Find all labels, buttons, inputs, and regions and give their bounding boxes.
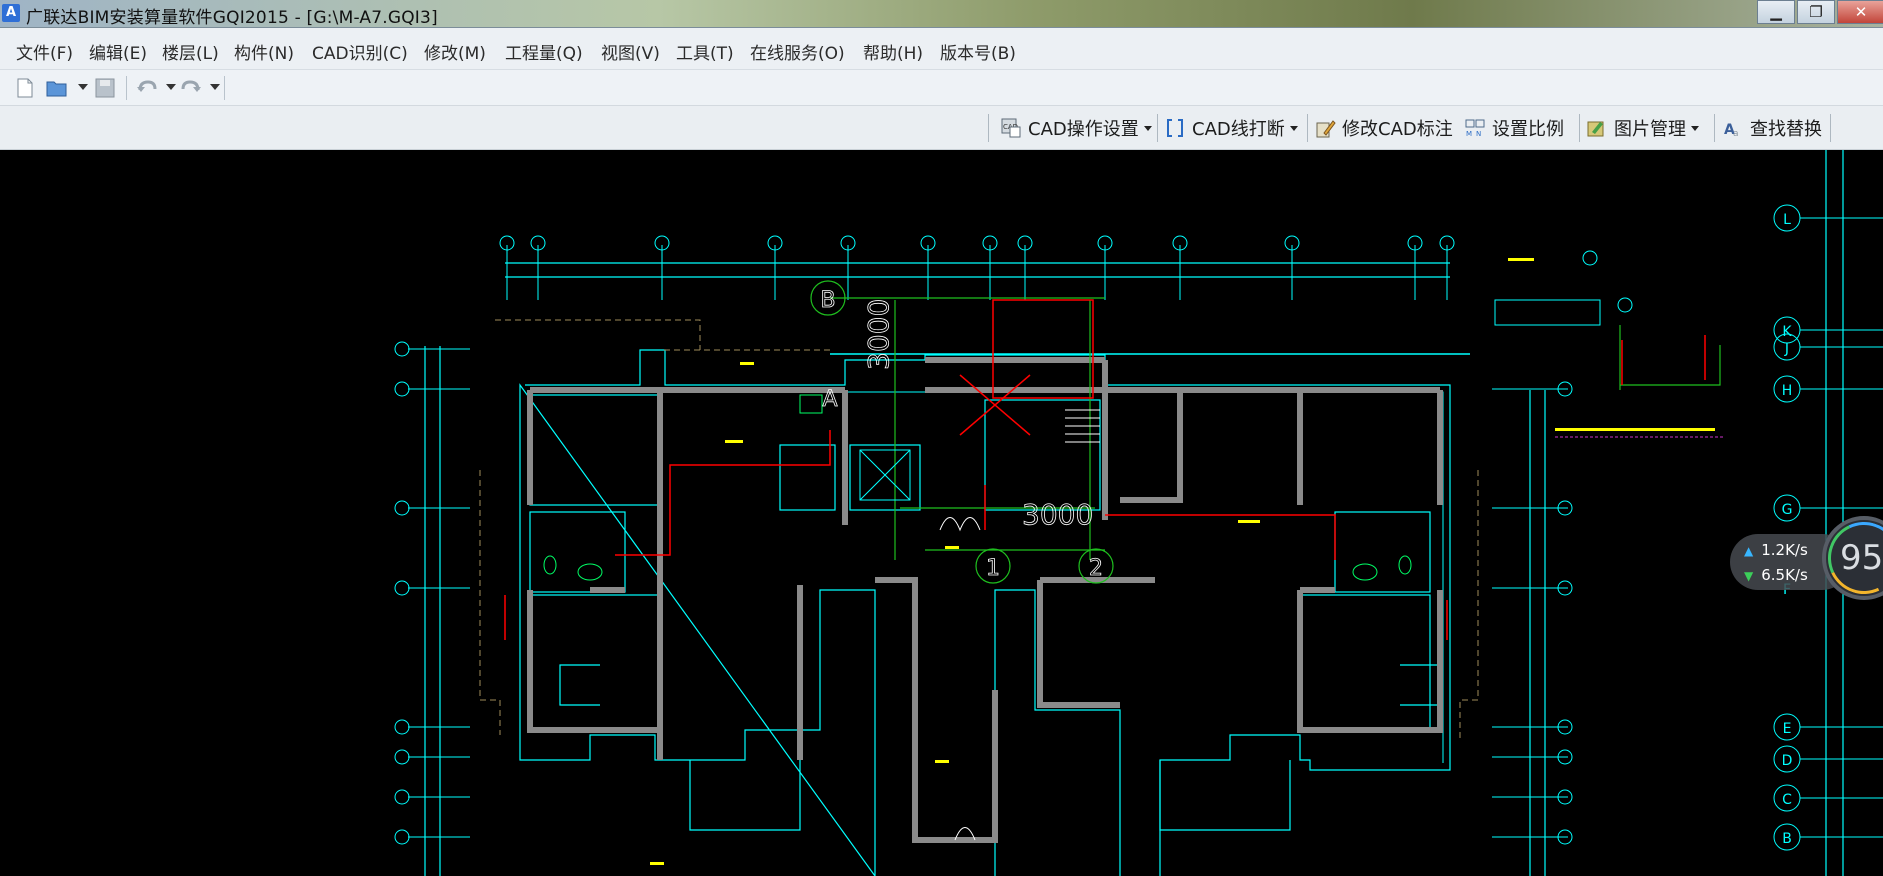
cad-settings-label: CAD操作设置 bbox=[1028, 119, 1139, 140]
download-arrow-icon: ▼ bbox=[1744, 569, 1754, 583]
cad-settings-dropdown-icon[interactable] bbox=[1143, 125, 1152, 131]
cad-line-break-button[interactable]: CAD线打断 bbox=[1164, 116, 1298, 140]
cad-settings-icon: CAD bbox=[1001, 118, 1021, 138]
cad-drawing-canvas[interactable]: B A 3000 3000 1 2 L K J H G F E D C B ▲ … bbox=[0, 150, 1883, 876]
minimize-button[interactable]: ▁ bbox=[1757, 0, 1795, 24]
toolbar-separator bbox=[1307, 114, 1308, 142]
window-title: 广联达BIM安装算量软件GQI2015 - [G:\M-A7.GQI3] bbox=[26, 8, 438, 28]
find-replace-label: 查找替换 bbox=[1750, 119, 1822, 140]
menu-cad-recognize[interactable]: CAD识别(C) bbox=[312, 39, 408, 64]
menu-view[interactable]: 视图(V) bbox=[601, 39, 660, 64]
cad-toolbar: CAD CAD操作设置 CAD线打断 修改CAD标注 MN 设置比例 图片管理 bbox=[0, 106, 1883, 150]
axis-marker-b-top: B bbox=[820, 288, 835, 313]
menu-quantity[interactable]: 工程量(Q) bbox=[505, 39, 583, 64]
download-speed: ▼ 6.5K/s bbox=[1744, 566, 1808, 584]
right-axis-label: H bbox=[1782, 383, 1793, 399]
toolbar-separator bbox=[224, 76, 225, 100]
toolbar-grip bbox=[988, 114, 989, 142]
download-speed-value: 6.5K/s bbox=[1761, 566, 1808, 584]
toolbar-separator bbox=[1830, 114, 1831, 142]
menu-file[interactable]: 文件(F) bbox=[16, 39, 73, 64]
set-scale-label: 设置比例 bbox=[1492, 119, 1564, 140]
horizontal-dimension-label: 3000 bbox=[1022, 498, 1093, 531]
redo-icon[interactable] bbox=[180, 78, 202, 98]
toolbar-separator bbox=[1714, 114, 1715, 142]
redo-dropdown-arrow-icon[interactable] bbox=[210, 84, 220, 90]
upload-speed: ▲ 1.2K/s bbox=[1744, 541, 1808, 559]
upload-arrow-icon: ▲ bbox=[1744, 544, 1754, 558]
network-speed-widget[interactable]: ▲ 1.2K/s ▼ 6.5K/s 95 bbox=[1730, 511, 1883, 620]
toolbar-separator bbox=[1579, 114, 1580, 142]
bracket-icon bbox=[1167, 119, 1183, 137]
upload-speed-value: 1.2K/s bbox=[1761, 541, 1808, 559]
right-axis-label: K bbox=[1782, 324, 1792, 340]
close-button[interactable]: ✕ bbox=[1837, 0, 1883, 24]
menu-version[interactable]: 版本号(B) bbox=[940, 39, 1016, 64]
find-replace-button[interactable]: Aa 查找替换 bbox=[1722, 116, 1822, 140]
gauge-value: 95 bbox=[1840, 538, 1883, 578]
axis-marker-1: 1 bbox=[986, 556, 1000, 581]
undo-icon[interactable] bbox=[136, 78, 158, 98]
title-bar: A 广联达BIM安装算量软件GQI2015 - [G:\M-A7.GQI3] ▁… bbox=[0, 0, 1883, 28]
cad-settings-button[interactable]: CAD CAD操作设置 bbox=[1000, 116, 1152, 140]
svg-text:a: a bbox=[1733, 129, 1739, 139]
image-management-button[interactable]: 图片管理 bbox=[1586, 116, 1699, 140]
right-axis-label: J bbox=[1784, 341, 1789, 357]
restore-button[interactable]: ❐ bbox=[1797, 0, 1835, 24]
image-management-label: 图片管理 bbox=[1614, 119, 1686, 140]
open-folder-icon[interactable] bbox=[46, 78, 68, 98]
vertical-dimension-label: 3000 bbox=[862, 299, 895, 370]
svg-text:M: M bbox=[1466, 130, 1472, 138]
toolbar-separator bbox=[126, 76, 127, 100]
right-axis-label: D bbox=[1782, 753, 1793, 769]
menu-help[interactable]: 帮助(H) bbox=[863, 39, 923, 64]
save-icon[interactable] bbox=[94, 78, 116, 98]
menu-bar: 文件(F) 编辑(E) 楼层(L) 构件(N) CAD识别(C) 修改(M) 工… bbox=[0, 28, 1883, 70]
svg-text:N: N bbox=[1476, 130, 1481, 138]
menu-edit[interactable]: 编辑(E) bbox=[89, 39, 147, 64]
menu-component[interactable]: 构件(N) bbox=[234, 39, 294, 64]
image-manage-icon bbox=[1587, 121, 1604, 137]
new-file-icon[interactable] bbox=[14, 78, 36, 98]
image-management-dropdown-icon[interactable] bbox=[1691, 125, 1699, 131]
right-axis-label: G bbox=[1782, 502, 1793, 518]
edit-cad-annotation-label: 修改CAD标注 bbox=[1342, 119, 1453, 140]
menu-floor[interactable]: 楼层(L) bbox=[162, 39, 219, 64]
app-icon[interactable]: A bbox=[2, 4, 20, 22]
menu-tools[interactable]: 工具(T) bbox=[676, 39, 734, 64]
menu-online-service[interactable]: 在线服务(O) bbox=[750, 39, 845, 64]
menu-modify[interactable]: 修改(M) bbox=[424, 39, 486, 64]
edit-cad-annotation-button[interactable]: 修改CAD标注 bbox=[1314, 116, 1453, 140]
cad-line-break-dropdown-icon[interactable] bbox=[1289, 125, 1298, 131]
toolbar-separator bbox=[1157, 114, 1158, 142]
find-replace-icon: Aa bbox=[1724, 122, 1739, 139]
floor-plan-drawing[interactable]: B A 3000 3000 1 2 L K J H G F E D C B bbox=[0, 150, 1883, 876]
right-axis-label: L bbox=[1783, 212, 1791, 228]
right-axis-label: B bbox=[1782, 831, 1792, 847]
axis-marker-2: 2 bbox=[1089, 556, 1103, 581]
right-axis-label: E bbox=[1783, 721, 1792, 737]
cad-line-break-label: CAD线打断 bbox=[1192, 119, 1285, 140]
edit-annotation-icon bbox=[1316, 120, 1336, 138]
undo-dropdown-arrow-icon[interactable] bbox=[166, 84, 176, 90]
standard-toolbar bbox=[0, 70, 1883, 106]
axis-marker-a: A bbox=[822, 387, 837, 412]
open-dropdown-arrow-icon[interactable] bbox=[78, 84, 88, 90]
set-scale-button[interactable]: MN 设置比例 bbox=[1464, 116, 1564, 140]
scale-icon: MN bbox=[1465, 119, 1485, 138]
right-axis-label: C bbox=[1782, 792, 1792, 808]
